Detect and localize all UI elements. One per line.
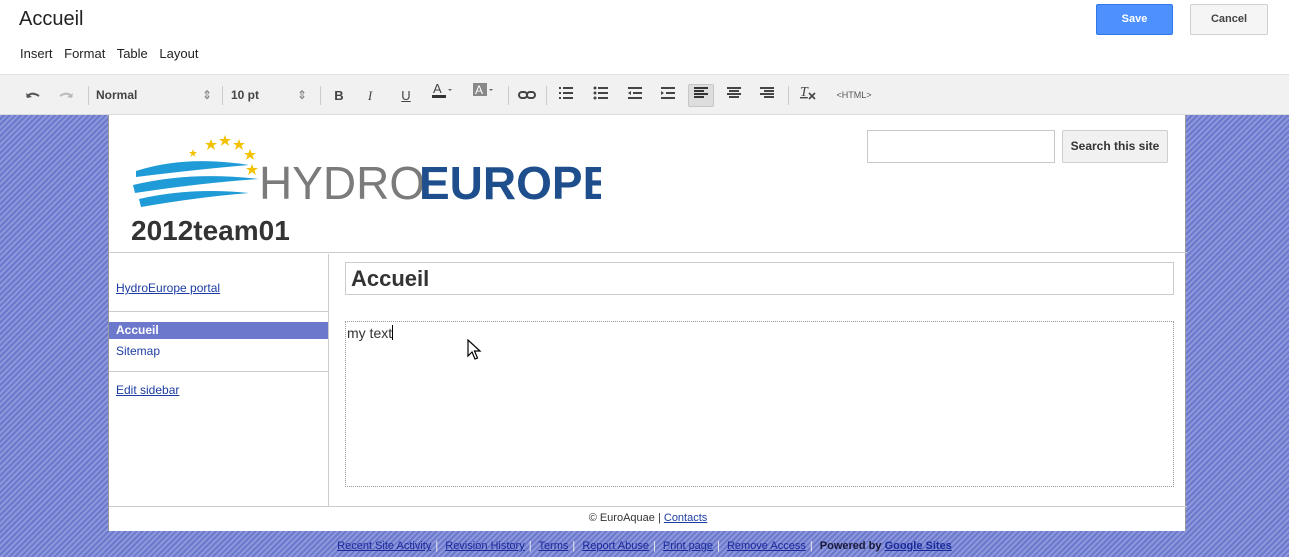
decrease-indent-icon[interactable] bbox=[624, 75, 646, 116]
site-footer: © EuroAquae | Contacts bbox=[109, 506, 1187, 531]
underline-button[interactable]: U bbox=[396, 75, 416, 116]
link-icon[interactable] bbox=[515, 75, 539, 116]
print-page-link[interactable]: Print page bbox=[663, 540, 713, 552]
svg-text:A: A bbox=[475, 83, 483, 97]
sidebar-divider bbox=[109, 311, 328, 312]
site-page: HYDRO EUROPE 2012team01 Search this site… bbox=[108, 115, 1187, 531]
search-button[interactable]: Search this site bbox=[1062, 130, 1168, 163]
logo-text-bold: EUROPE bbox=[419, 157, 601, 209]
undo-icon[interactable] bbox=[22, 75, 44, 116]
text-caret bbox=[392, 325, 394, 340]
content-text: my text bbox=[347, 325, 393, 341]
menu-insert[interactable]: Insert bbox=[20, 46, 53, 61]
site-name: 2012team01 bbox=[131, 215, 290, 246]
paragraph-style-select[interactable]: Normal ⇕ bbox=[96, 75, 216, 116]
report-abuse-link[interactable]: Report Abuse bbox=[582, 540, 649, 552]
terms-link[interactable]: Terms bbox=[538, 540, 568, 552]
font-size-value: 10 pt bbox=[231, 88, 260, 102]
edit-sidebar-link[interactable]: Edit sidebar bbox=[116, 383, 179, 397]
sidebar-item-sitemap[interactable]: Sitemap bbox=[116, 344, 160, 358]
text-color-icon[interactable]: A bbox=[428, 75, 458, 116]
menu-layout[interactable]: Layout bbox=[159, 46, 198, 61]
toolbar-divider bbox=[88, 86, 89, 105]
italic-button[interactable]: I bbox=[360, 75, 380, 116]
toolbar-divider bbox=[788, 86, 789, 105]
sidebar-divider bbox=[109, 371, 328, 372]
select-arrows-icon: ⇕ bbox=[202, 88, 213, 102]
svg-text:A: A bbox=[433, 81, 442, 96]
bold-button[interactable]: B bbox=[329, 75, 349, 116]
save-button[interactable]: Save bbox=[1096, 4, 1173, 35]
recent-site-activity-link[interactable]: Recent Site Activity bbox=[337, 540, 431, 552]
powered-by-prefix: Powered by bbox=[819, 540, 885, 552]
sidebar: HydroEurope portal Accueil Sitemap Edit … bbox=[109, 254, 329, 506]
revision-history-link[interactable]: Revision History bbox=[445, 540, 524, 552]
highlight-color-icon[interactable]: A bbox=[469, 75, 499, 116]
google-sites-link[interactable]: Google Sites bbox=[885, 540, 952, 552]
page-title: Accueil bbox=[19, 8, 84, 30]
font-size-select[interactable]: 10 pt ⇕ bbox=[231, 75, 313, 116]
svg-text:T: T bbox=[800, 85, 809, 100]
align-right-icon[interactable] bbox=[756, 75, 778, 116]
page-title-field[interactable]: Accueil bbox=[345, 262, 1174, 295]
search-input[interactable] bbox=[867, 130, 1055, 163]
toolbar-divider bbox=[320, 86, 321, 105]
site-bottom-links: Recent Site Activity | Revision History | … bbox=[337, 540, 952, 552]
toolbar-divider bbox=[222, 86, 223, 105]
hydroeurope-logo: HYDRO EUROPE bbox=[131, 133, 613, 215]
footer-copyright: © EuroAquae | bbox=[588, 512, 664, 524]
sidebar-item-label: Accueil bbox=[116, 323, 159, 337]
clear-formatting-icon[interactable]: T bbox=[796, 75, 820, 116]
cancel-button[interactable]: Cancel bbox=[1190, 4, 1268, 35]
align-left-icon[interactable] bbox=[688, 84, 714, 107]
toolbar-divider bbox=[508, 86, 509, 105]
contacts-link[interactable]: Contacts bbox=[664, 512, 707, 524]
menu-table[interactable]: Table bbox=[117, 46, 148, 61]
mouse-pointer-icon bbox=[467, 338, 483, 361]
paragraph-style-value: Normal bbox=[96, 88, 138, 102]
logo-text-light: HYDRO bbox=[259, 157, 425, 209]
increase-indent-icon[interactable] bbox=[657, 75, 679, 116]
menu-format[interactable]: Format bbox=[64, 46, 105, 61]
html-button[interactable]: <HTML> bbox=[829, 75, 879, 116]
powered-by-label: Powered by Google Sites bbox=[820, 540, 952, 552]
sidebar-item-accueil[interactable]: Accueil bbox=[109, 322, 328, 339]
formatting-toolbar: Normal ⇕ 10 pt ⇕ B I U A A T <HTML> bbox=[0, 74, 1289, 115]
toolbar-divider bbox=[546, 86, 547, 105]
select-arrows-icon: ⇕ bbox=[297, 88, 308, 102]
numbered-list-icon[interactable] bbox=[555, 75, 577, 116]
menu-bar: Insert Format Table Layout bbox=[20, 46, 206, 61]
align-center-icon[interactable] bbox=[723, 75, 745, 116]
remove-access-link[interactable]: Remove Access bbox=[727, 540, 806, 552]
sidebar-link-portal[interactable]: HydroEurope portal bbox=[116, 281, 220, 295]
main-content: Accueil my text bbox=[330, 254, 1187, 506]
redo-icon[interactable] bbox=[55, 75, 77, 116]
site-header: HYDRO EUROPE 2012team01 Search this site bbox=[109, 115, 1187, 253]
bulleted-list-icon[interactable] bbox=[590, 75, 612, 116]
